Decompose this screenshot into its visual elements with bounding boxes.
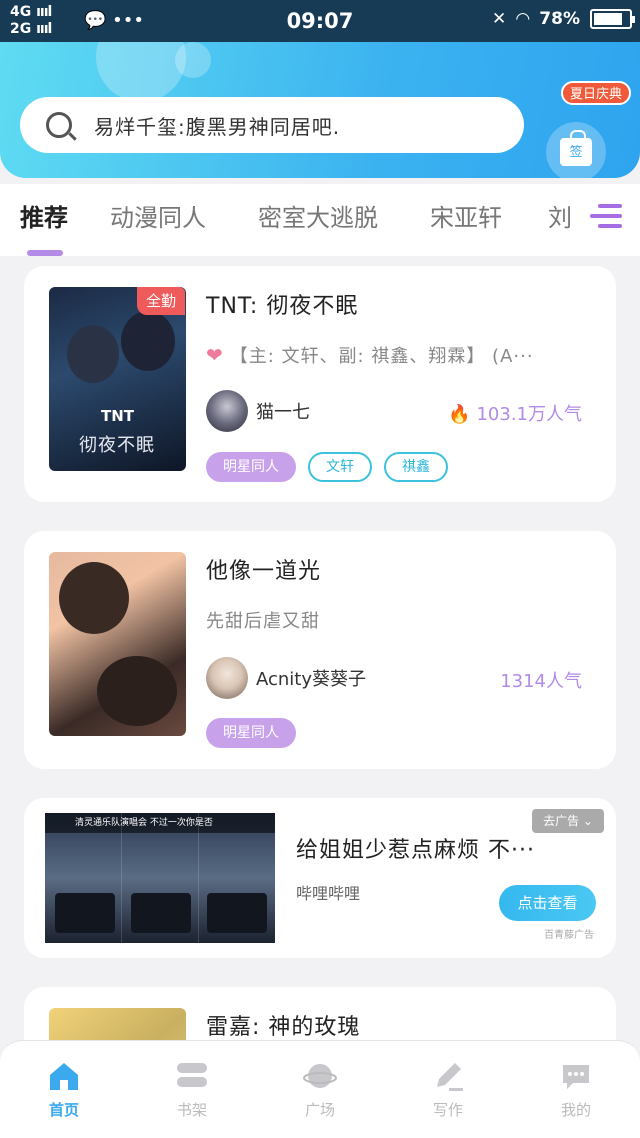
pen-icon: [431, 1059, 465, 1093]
tab-anime-fanfic[interactable]: 动漫同人: [110, 198, 206, 233]
cover-brand: TNT: [101, 407, 135, 425]
avatar: [206, 657, 248, 699]
cover-figure: [67, 325, 119, 383]
book-card[interactable]: 他像一道光 先甜后虐又甜 Acnity葵葵子 1314人气 明星同人: [24, 531, 616, 769]
category-tabs: 推荐 动漫同人 密室大逃脱 宋亚轩 刘: [0, 184, 640, 256]
search-bar[interactable]: 易烊千玺:腹黑男神同居吧.: [20, 97, 524, 153]
tag-list: 明星同人 文轩 祺鑫: [206, 452, 448, 482]
search-placeholder: 易烊千玺:腹黑男神同居吧.: [94, 114, 341, 139]
ad-image[interactable]: 清灵通乐队演唱会 不过一次你是否: [45, 813, 275, 943]
author-name: 猫一七: [256, 402, 310, 423]
tag[interactable]: 祺鑫: [384, 452, 448, 482]
ad-provider-mark: 百青藤广告: [544, 930, 594, 941]
book-desc: 先甜后虐又甜: [206, 611, 320, 632]
book-author[interactable]: 猫一七: [206, 390, 310, 432]
heart-icon: ❤: [206, 343, 224, 367]
book-title[interactable]: 雷嘉: 神的玫瑰: [206, 1009, 360, 1041]
nav-bookshelf[interactable]: 书架: [152, 1059, 232, 1120]
search-icon: [46, 112, 72, 138]
book-title[interactable]: TNT: 彻夜不眠: [206, 288, 358, 320]
cover-figure: [59, 562, 129, 634]
checkin-button[interactable]: 签: [546, 122, 606, 178]
book-title[interactable]: 他像一道光: [206, 553, 321, 585]
status-bar: 4G ıııl 2G ıııl 💬 ••• 09:07 ✕ ◠ 78%: [0, 0, 640, 42]
book-cover[interactable]: [49, 552, 186, 736]
mute-icon: ✕: [491, 9, 507, 29]
ad-image-caption: 清灵通乐队演唱会 不过一次你是否: [45, 813, 275, 833]
book-card[interactable]: TNT 彻夜不眠 全勤 TNT: 彻夜不眠 ❤ 【主: 文轩、副: 祺鑫、翔霖】 …: [24, 266, 616, 502]
header: 易烊千玺:腹黑男神同居吧. 签 夏日庆典: [0, 42, 640, 178]
decor-bubble: [96, 42, 186, 102]
nav-me[interactable]: 我的: [536, 1059, 616, 1120]
tab-liu[interactable]: 刘: [548, 198, 572, 233]
ad-figure: [131, 893, 191, 933]
wifi-icon: ◠: [516, 9, 530, 29]
tab-recommend[interactable]: 推荐: [20, 198, 68, 233]
gift-icon: 签: [560, 130, 592, 166]
tab-escape-room[interactable]: 密室大逃脱: [258, 198, 378, 233]
bookshelf-icon: [175, 1059, 209, 1093]
menu-icon[interactable]: [590, 204, 622, 232]
nav-square[interactable]: 广场: [280, 1059, 360, 1120]
nav-write[interactable]: 写作: [408, 1059, 488, 1120]
tag[interactable]: 文轩: [308, 452, 372, 482]
ad-figure: [207, 893, 267, 933]
ad-title[interactable]: 给姐姐少惹点麻烦 不···: [296, 832, 535, 864]
cover-figure: [121, 311, 175, 371]
battery-percent: 78%: [539, 9, 580, 29]
popularity: 1314人气: [500, 671, 582, 692]
full-attendance-badge: 全勤: [137, 287, 185, 315]
tag-list: 明星同人: [206, 718, 296, 748]
planet-icon: [303, 1059, 337, 1093]
ad-card[interactable]: 清灵通乐队演唱会 不过一次你是否 给姐姐少惹点麻烦 不··· 哔哩哔哩 点击查看…: [24, 798, 616, 958]
ad-source: 哔哩哔哩: [296, 884, 361, 903]
decor-bubble: [175, 42, 211, 78]
chat-bubble-icon: [559, 1059, 593, 1093]
cover-title: 彻夜不眠: [79, 435, 155, 456]
ad-view-button[interactable]: 点击查看: [499, 885, 596, 921]
book-desc: ❤ 【主: 文轩、副: 祺鑫、翔霖】 (A···: [206, 343, 534, 367]
avatar: [206, 390, 248, 432]
author-name: Acnity葵葵子: [256, 669, 367, 690]
popularity: 🔥 103.1万人气: [448, 404, 582, 425]
tab-song-yaxuan[interactable]: 宋亚轩: [430, 198, 502, 233]
active-tab-indicator: [27, 250, 63, 256]
flame-icon: 🔥: [448, 404, 471, 425]
tag[interactable]: 明星同人: [206, 452, 296, 482]
ad-figure: [55, 893, 115, 933]
summer-event-badge[interactable]: 夏日庆典: [561, 81, 632, 105]
tag[interactable]: 明星同人: [206, 718, 296, 748]
battery-icon: [590, 9, 635, 29]
cover-figure: [97, 656, 177, 726]
nav-home[interactable]: 首页: [24, 1059, 104, 1120]
book-author[interactable]: Acnity葵葵子: [206, 657, 366, 699]
remove-ad-button[interactable]: 去广告 ⌄: [532, 809, 604, 833]
bottom-navigation: 首页 书架 广场 写作 我的: [0, 1040, 640, 1138]
home-icon: [47, 1059, 81, 1093]
